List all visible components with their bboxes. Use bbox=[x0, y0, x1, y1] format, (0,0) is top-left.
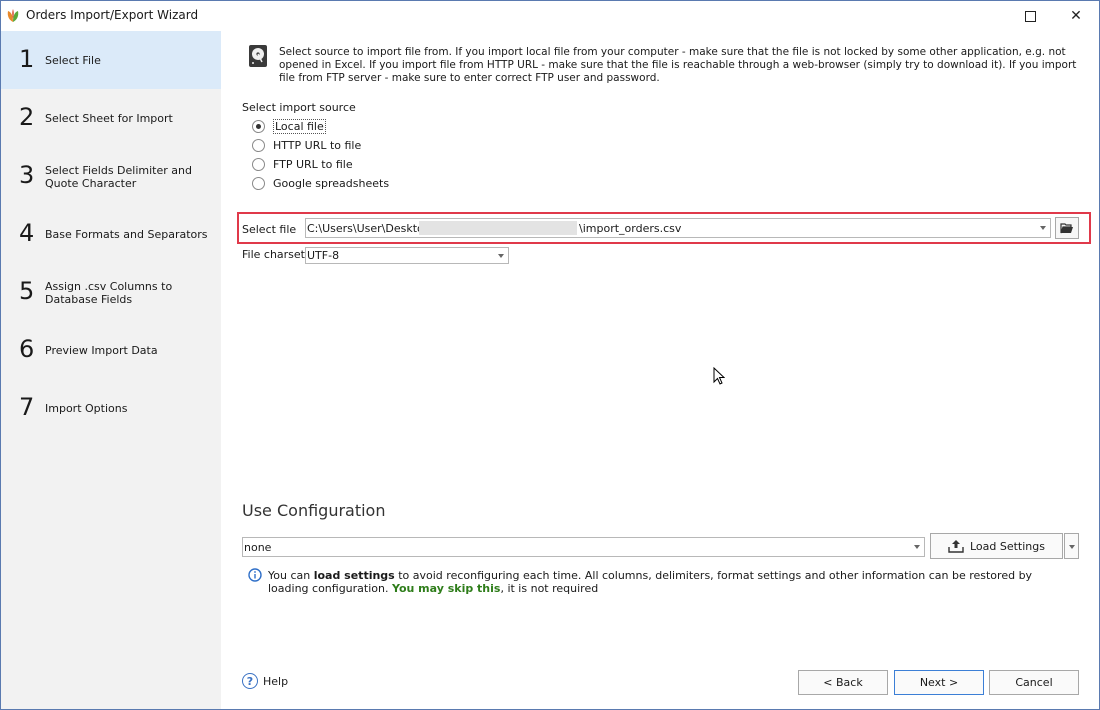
load-settings-dropdown[interactable] bbox=[1064, 533, 1079, 559]
step-number: 6 bbox=[19, 335, 35, 363]
cancel-button[interactable]: Cancel bbox=[989, 670, 1079, 695]
help-link[interactable]: ? Help bbox=[242, 673, 288, 689]
title-bar: Orders Import/Export Wizard ✕ bbox=[1, 1, 1099, 31]
close-icon: ✕ bbox=[1070, 8, 1082, 24]
open-folder-icon bbox=[1060, 223, 1073, 234]
note-text: You can bbox=[268, 569, 314, 582]
chevron-down-icon bbox=[1069, 545, 1075, 549]
file-path-prefix: C:\Users\User\Desktop bbox=[307, 222, 431, 235]
note-text: , it is not required bbox=[500, 582, 599, 595]
maximize-button[interactable] bbox=[1007, 1, 1053, 31]
help-icon: ? bbox=[242, 673, 258, 689]
maximize-icon bbox=[1024, 10, 1036, 22]
chevron-down-icon[interactable] bbox=[498, 254, 504, 258]
radio-google-spreadsheets[interactable]: Google spreadsheets bbox=[252, 174, 389, 192]
app-logo-icon bbox=[7, 9, 19, 22]
step-select-sheet[interactable]: 2 Select Sheet for Import bbox=[1, 89, 221, 147]
browse-file-button[interactable] bbox=[1055, 217, 1079, 239]
help-label: Help bbox=[263, 674, 289, 688]
configuration-combobox[interactable]: none bbox=[242, 537, 925, 557]
wizard-steps-sidebar: 1 Select File 2 Select Sheet for Import … bbox=[1, 31, 221, 709]
upload-icon bbox=[948, 540, 964, 553]
radio-label: HTTP URL to file bbox=[273, 138, 362, 152]
step-label: Select Fields Delimiter and Quote Charac… bbox=[45, 164, 192, 190]
chevron-down-icon[interactable] bbox=[914, 545, 920, 549]
step-assign-columns[interactable]: 5 Assign .csv Columns to Database Fields bbox=[1, 263, 221, 321]
charset-label: File charset bbox=[242, 248, 305, 261]
step-number: 7 bbox=[19, 393, 35, 421]
step-label: Import Options bbox=[45, 402, 128, 415]
radio-label: Local file bbox=[273, 118, 326, 134]
step-select-delimiter[interactable]: 3 Select Fields Delimiter and Quote Char… bbox=[1, 147, 221, 205]
chevron-down-icon[interactable] bbox=[1040, 226, 1046, 230]
redacted-path-segment bbox=[419, 221, 577, 235]
load-settings-button[interactable]: Load Settings bbox=[930, 533, 1063, 559]
radio-button[interactable] bbox=[252, 119, 265, 133]
step-import-options[interactable]: 7 Import Options bbox=[1, 379, 221, 437]
step-base-formats[interactable]: 4 Base Formats and Separators bbox=[1, 205, 221, 263]
intro-description: Select source to import file from. If yo… bbox=[279, 46, 1077, 84]
note-bold-text: load settings bbox=[313, 569, 395, 582]
window-title: Orders Import/Export Wizard bbox=[26, 8, 199, 22]
close-button[interactable]: ✕ bbox=[1053, 1, 1099, 31]
radio-label: Google spreadsheets bbox=[273, 176, 390, 190]
radio-button[interactable] bbox=[252, 176, 265, 190]
step-label: Base Formats and Separators bbox=[45, 228, 208, 241]
step-number: 2 bbox=[19, 103, 35, 131]
step-number: 5 bbox=[19, 277, 35, 305]
note-skip-text: You may skip this bbox=[391, 582, 501, 595]
file-path-suffix: \import_orders.csv bbox=[579, 222, 682, 235]
next-button[interactable]: Next > bbox=[894, 670, 984, 695]
charset-value: UTF-8 bbox=[307, 249, 340, 262]
configuration-value: none bbox=[244, 541, 272, 554]
step-number: 4 bbox=[19, 219, 35, 247]
step-number: 3 bbox=[19, 161, 35, 189]
hard-disk-icon bbox=[249, 45, 267, 67]
mouse-pointer-icon bbox=[713, 367, 725, 385]
radio-http-url[interactable]: HTTP URL to file bbox=[252, 136, 361, 154]
step-label: Assign .csv Columns to Database Fields bbox=[45, 280, 173, 306]
use-configuration-title: Use Configuration bbox=[242, 501, 386, 520]
select-file-label: Select file bbox=[242, 223, 297, 236]
load-settings-label: Load Settings bbox=[969, 539, 1045, 553]
radio-button[interactable] bbox=[252, 157, 265, 171]
step-label: Select Sheet for Import bbox=[45, 112, 173, 125]
step-number: 1 bbox=[19, 45, 35, 73]
wizard-window: Orders Import/Export Wizard ✕ 1 Select F… bbox=[0, 0, 1100, 710]
wizard-content: Select source to import file from. If yo… bbox=[222, 31, 1099, 709]
info-icon bbox=[248, 568, 262, 582]
import-source-label: Select import source bbox=[242, 101, 356, 114]
radio-local-file[interactable]: Local file bbox=[252, 117, 326, 135]
configuration-note: You can load settings to avoid reconfigu… bbox=[268, 569, 1048, 595]
back-button[interactable]: < Back bbox=[798, 670, 888, 695]
charset-combobox[interactable]: UTF-8 bbox=[305, 247, 509, 264]
radio-label: FTP URL to file bbox=[273, 157, 353, 171]
file-path-combobox[interactable]: C:\Users\User\Desktop \import_orders.csv bbox=[305, 218, 1051, 238]
radio-button[interactable] bbox=[252, 138, 265, 152]
step-preview-import[interactable]: 6 Preview Import Data bbox=[1, 321, 221, 379]
radio-ftp-url[interactable]: FTP URL to file bbox=[252, 155, 353, 173]
step-label: Preview Import Data bbox=[45, 344, 158, 357]
step-label: Select File bbox=[45, 54, 101, 67]
step-select-file[interactable]: 1 Select File bbox=[1, 31, 221, 89]
